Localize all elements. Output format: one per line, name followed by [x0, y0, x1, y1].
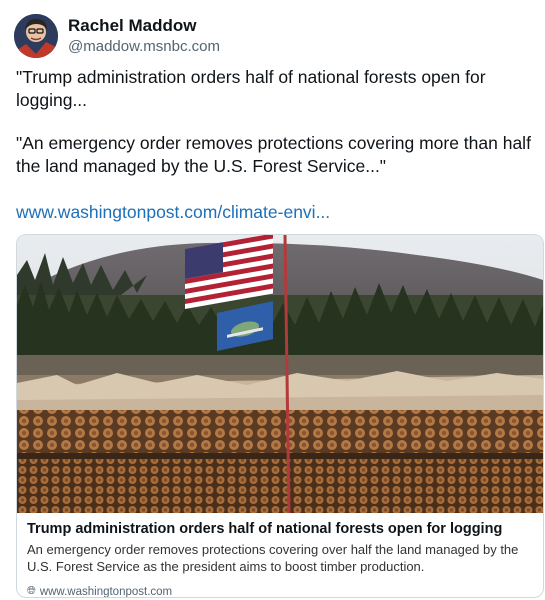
- post-paragraph-1: "Trump administration orders half of nat…: [16, 67, 486, 110]
- link-card-description: An emergency order removes protections c…: [27, 542, 519, 574]
- link-card-domain: www.washingtonpost.com: [39, 585, 173, 598]
- author-handle[interactable]: @maddow.msnbc.com: [68, 38, 220, 57]
- post-paragraph-2: "An emergency order removes protections …: [16, 133, 531, 176]
- link-card-title[interactable]: Trump administration orders half of nati…: [27, 521, 533, 537]
- post-header: Rachel Maddow @maddow.msnbc.com: [14, 14, 220, 58]
- author-avatar[interactable]: [14, 14, 58, 58]
- author-display-name[interactable]: Rachel Maddow: [68, 15, 220, 36]
- post-link[interactable]: www.washingtonpost.com/climate-envi...: [16, 202, 330, 223]
- forest-logging-photo: [17, 235, 543, 513]
- globe-icon: 🌐︎: [27, 585, 36, 597]
- post-body: "Trump administration orders half of nat…: [16, 66, 531, 198]
- link-preview-card[interactable]: Trump administration orders half of nati…: [16, 234, 544, 598]
- link-card-domain-row: 🌐︎ www.washingtonpost.com: [27, 585, 533, 598]
